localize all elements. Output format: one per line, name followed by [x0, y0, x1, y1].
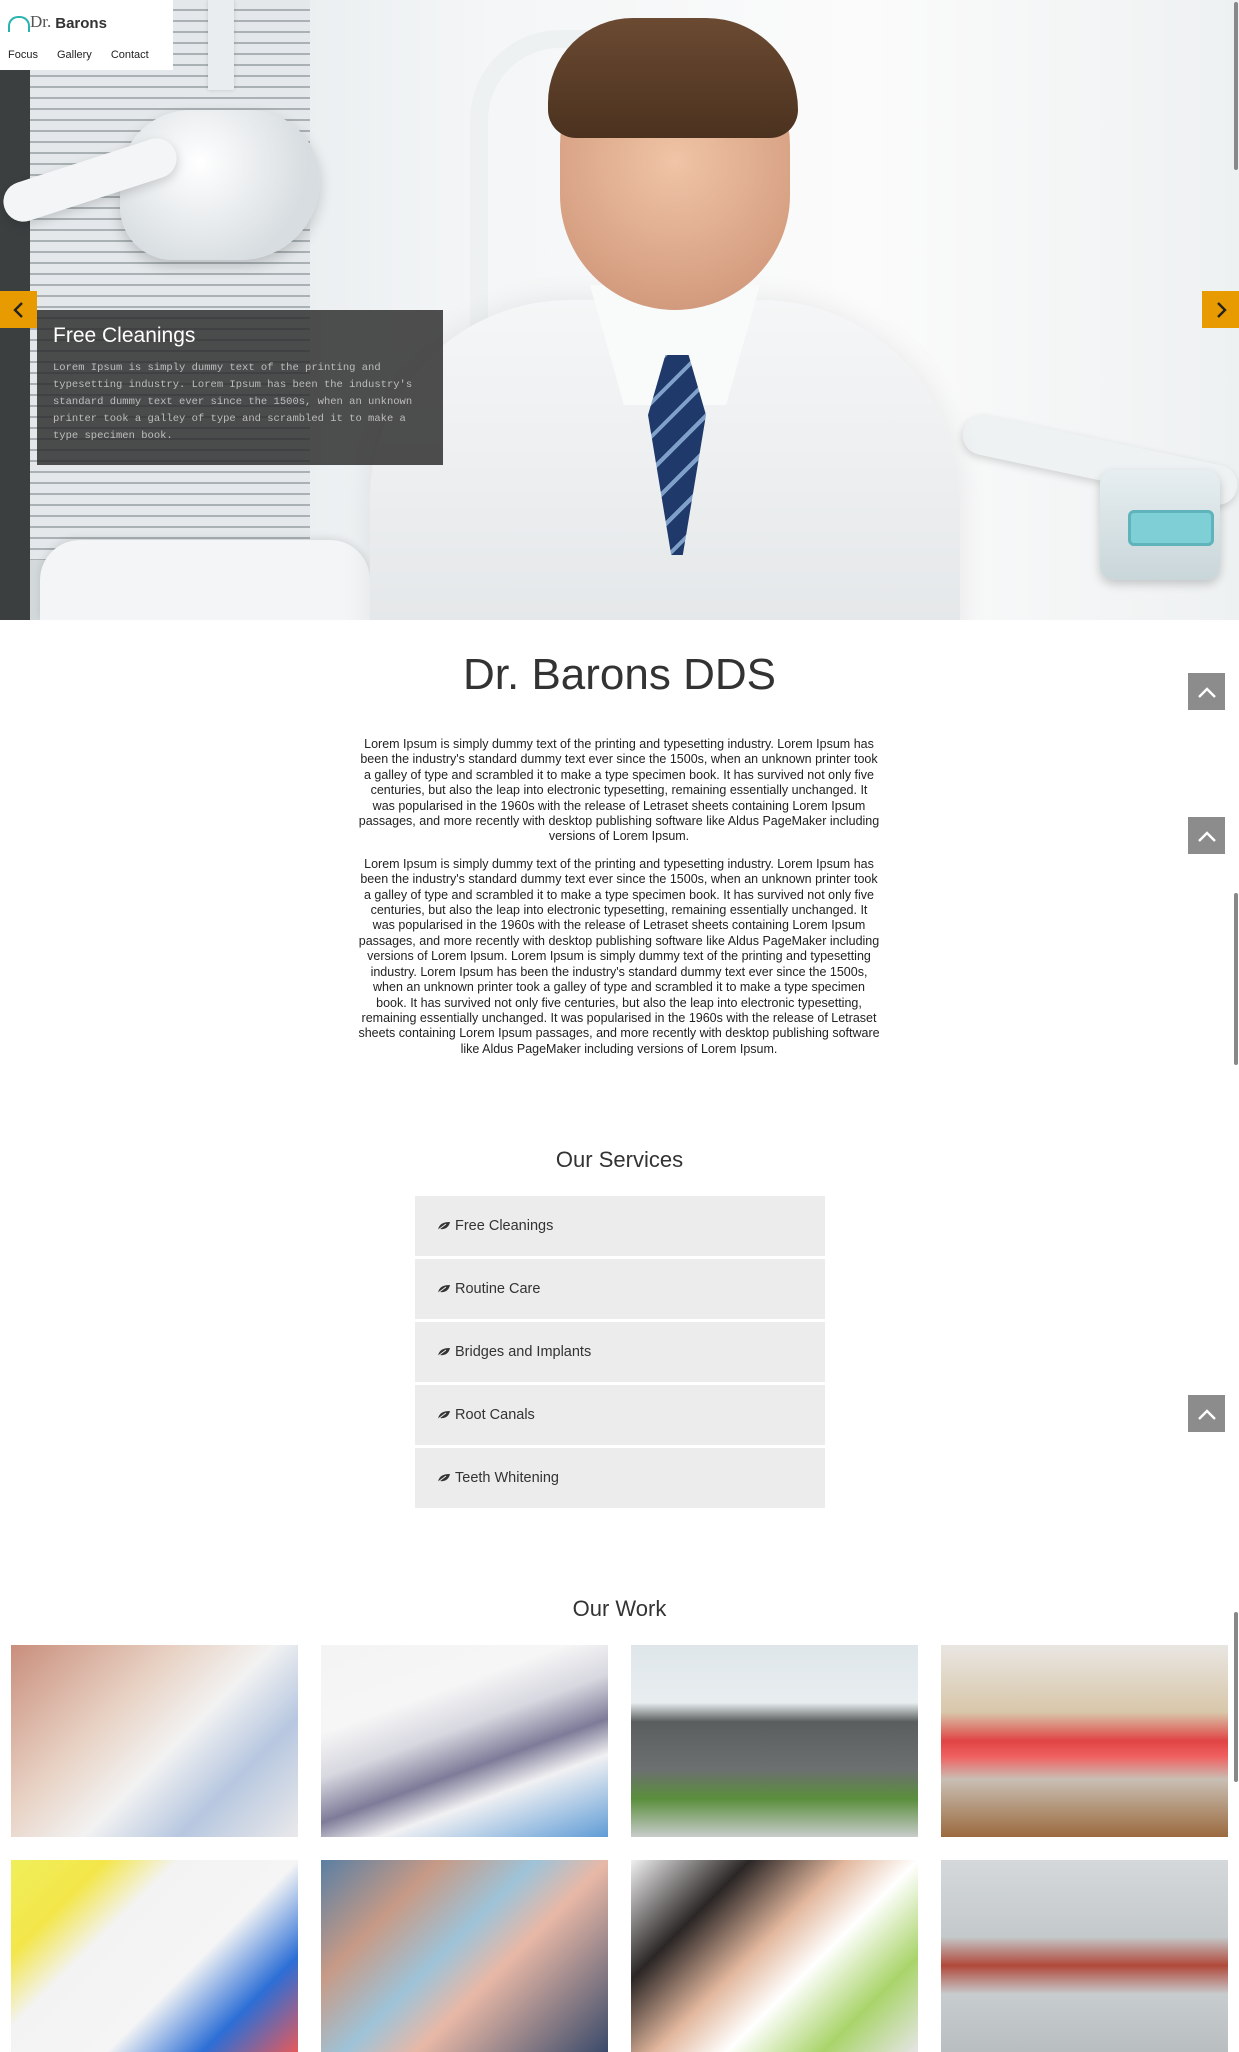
gallery-image-modern-clinic-building[interactable] — [631, 1645, 918, 1837]
services-list: Free Cleanings Routine Care Bridges and … — [415, 1196, 825, 1511]
gallery-image-child-dental-exam[interactable] — [11, 1645, 298, 1837]
slide-caption-title: Free Cleanings — [53, 324, 196, 347]
leaf-icon — [437, 1411, 450, 1420]
back-to-top-button[interactable] — [1188, 673, 1225, 710]
site-logo[interactable]: Dr. Barons — [8, 6, 107, 32]
service-item-routine-care[interactable]: Routine Care — [415, 1259, 825, 1319]
intro-text: Lorem Ipsum is simply dummy text of the … — [358, 737, 880, 1069]
back-to-top-button[interactable] — [1188, 817, 1225, 854]
services-title: Our Services — [555, 1147, 684, 1172]
chevron-up-icon — [1197, 686, 1216, 698]
nav-gallery[interactable]: Gallery — [57, 49, 92, 61]
chevron-left-icon — [12, 301, 23, 318]
intro-paragraph: Lorem Ipsum is simply dummy text of the … — [358, 737, 880, 844]
nav-contact[interactable]: Contact — [111, 49, 149, 61]
gallery-image-red-dental-chair[interactable] — [941, 1645, 1228, 1837]
scrollbar-thumb[interactable] — [1234, 1612, 1238, 1782]
gallery-image-golden-gate-bridge-fog[interactable] — [941, 1860, 1228, 2052]
scrollbar-thumb[interactable] — [1234, 2, 1238, 170]
service-item-free-cleanings[interactable]: Free Cleanings — [415, 1196, 825, 1256]
slider-prev-button[interactable] — [0, 291, 37, 328]
scrollbar-thumb[interactable] — [1234, 893, 1238, 1065]
work-gallery — [11, 1645, 1229, 2052]
page-title: Dr. Barons DDS — [463, 650, 776, 699]
nav-focus[interactable]: Focus — [8, 49, 38, 61]
chevron-up-icon — [1197, 1408, 1216, 1420]
header-nav-box: Dr. Barons Focus Gallery Contact — [0, 0, 173, 70]
intro-paragraph: Lorem Ipsum is simply dummy text of the … — [358, 856, 880, 1056]
back-to-top-button[interactable] — [1188, 1395, 1225, 1432]
tooth-logo-icon — [8, 14, 30, 32]
gallery-image-dental-xray-review[interactable] — [321, 1645, 608, 1837]
main-nav: Focus Gallery Contact — [8, 49, 168, 61]
gallery-image-toothbrush-toothpaste[interactable] — [11, 1860, 298, 2052]
leaf-icon — [437, 1474, 450, 1483]
service-item-root-canals[interactable]: Root Canals — [415, 1385, 825, 1445]
work-title: Our Work — [572, 1596, 667, 1621]
slide-caption-text: Lorem Ipsum is simply dummy text of the … — [53, 362, 413, 442]
leaf-icon — [437, 1348, 450, 1357]
dental-lamp-image — [120, 110, 320, 260]
gallery-image-dentist-with-patient[interactable] — [321, 1860, 608, 2052]
service-item-teeth-whitening[interactable]: Teeth Whitening — [415, 1448, 825, 1508]
chevron-right-icon — [1216, 301, 1227, 318]
window-blinds-image — [30, 0, 310, 560]
leaf-icon — [437, 1222, 450, 1231]
leaf-icon — [437, 1285, 450, 1294]
slide-caption: Free Cleanings Lorem Ipsum is simply dum… — [37, 310, 443, 465]
slider-next-button[interactable] — [1202, 291, 1239, 328]
service-item-bridges-and-implants[interactable]: Bridges and Implants — [415, 1322, 825, 1382]
gallery-image-dentist-with-girl[interactable] — [631, 1860, 918, 2052]
chevron-up-icon — [1197, 830, 1216, 842]
